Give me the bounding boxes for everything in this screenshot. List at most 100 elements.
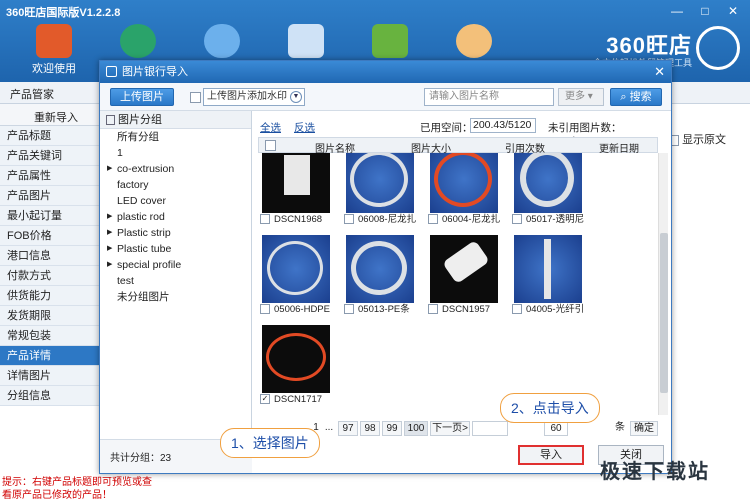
sidebar-item[interactable]: 港口信息	[0, 246, 100, 266]
sidebar-item-active[interactable]: 产品详情	[0, 346, 100, 366]
dialog-close-icon[interactable]: ✕	[654, 61, 665, 83]
sidebar-item[interactable]: 产品标题	[0, 126, 100, 146]
thumbnail-image[interactable]	[262, 235, 330, 303]
tree-item[interactable]: ▶ Plastic tube	[100, 241, 251, 257]
watermark-checkbox[interactable]	[190, 92, 201, 103]
image-thumb[interactable]: 06004-尼龙扎	[428, 153, 500, 227]
tree-item[interactable]: 未分组图片	[100, 289, 251, 305]
tree-item[interactable]: ▶ co-extrusion	[100, 161, 251, 177]
image-checkbox[interactable]	[344, 214, 354, 225]
page-link[interactable]: 97	[338, 421, 358, 436]
tree-item[interactable]: factory	[100, 177, 251, 193]
thumbnail-image[interactable]	[514, 153, 582, 213]
image-checkbox[interactable]	[260, 214, 270, 225]
product-shape	[520, 153, 574, 207]
image-thumb[interactable]: 05017-透明尼	[512, 153, 584, 227]
image-thumb[interactable]: 05006-HDPE	[260, 235, 332, 317]
sidebar-item[interactable]: 常规包装	[0, 326, 100, 346]
tree-item[interactable]: ▶ Plastic strip	[100, 225, 251, 241]
tree-item[interactable]: ▶ special profile	[100, 257, 251, 273]
thumbnail-image[interactable]	[346, 153, 414, 213]
thumbnail-image[interactable]	[430, 235, 498, 303]
next-page-button[interactable]: 下一页>	[430, 421, 470, 436]
expand-arrow-icon[interactable]: ▶	[107, 257, 112, 273]
sidebar-item[interactable]: 最小起订量	[0, 206, 100, 226]
show-original-option[interactable]: 显示原文	[668, 131, 726, 147]
image-checkbox[interactable]	[512, 214, 522, 225]
thumbnail-image[interactable]	[262, 325, 330, 393]
image-thumb[interactable]: 06008-尼龙扎	[344, 153, 416, 227]
tree-item-label: co-extrusion	[117, 163, 175, 175]
tab-product-manager[interactable]: 产品管家	[10, 86, 54, 102]
page-size-select[interactable]: 60	[544, 421, 568, 436]
sidebar-item[interactable]: 产品图片	[0, 186, 100, 206]
image-checkbox[interactable]	[428, 214, 438, 225]
image-thumb[interactable]: 05013-PE条	[344, 235, 416, 317]
product-shape	[284, 155, 310, 195]
tree-item[interactable]: ▶ plastic rod	[100, 209, 251, 225]
sidebar-item[interactable]: 产品关键词	[0, 146, 100, 166]
tree-item[interactable]: test	[100, 273, 251, 289]
image-thumb-selected[interactable]: ✓ DSCN1717	[260, 325, 332, 407]
search-button[interactable]: ⌕ 搜索	[610, 88, 662, 106]
image-name: 05013-PE条	[358, 304, 410, 315]
expand-arrow-icon[interactable]: ▶	[107, 241, 112, 257]
window-close-button[interactable]: ✕	[720, 2, 746, 20]
sidebar-item[interactable]: 付款方式	[0, 266, 100, 286]
invert-selection-link[interactable]: 反选	[294, 120, 315, 135]
tree-item[interactable]: 1	[100, 145, 251, 161]
page-link[interactable]: 99	[382, 421, 402, 436]
grid-scrollbar[interactable]	[658, 153, 668, 415]
sidebar-item[interactable]: 分组信息	[0, 386, 100, 406]
thumbnail-image[interactable]	[346, 235, 414, 303]
image-search-input[interactable]: 请输入图片名称	[424, 88, 554, 106]
sidebar-item[interactable]: 产品属性	[0, 166, 100, 186]
select-all-link[interactable]: 全选	[260, 120, 281, 135]
tree-item-label: Plastic strip	[117, 227, 171, 239]
tree-item-label: 1	[117, 147, 123, 159]
selection-bar: 全选 反选 已用空间： 200.43/5120 未引用图片数： 1055/198…	[258, 117, 668, 147]
expand-arrow-icon[interactable]: ▶	[107, 209, 112, 225]
image-checkbox[interactable]	[344, 304, 354, 315]
image-checkbox-checked[interactable]: ✓	[260, 394, 270, 405]
sidebar-item[interactable]: FOB价格	[0, 226, 100, 246]
search-button-label: 搜索	[629, 91, 652, 103]
image-thumb[interactable]: DSCN1968	[260, 153, 332, 227]
reimport-button[interactable]: 重新导入	[34, 109, 78, 125]
thumbnail-image[interactable]	[430, 153, 498, 213]
sidebar-item[interactable]: 发货期限	[0, 306, 100, 326]
sidebar-item[interactable]: 供货能力	[0, 286, 100, 306]
image-checkbox[interactable]	[428, 304, 438, 315]
thumbnail-image[interactable]	[262, 153, 330, 213]
chevron-down-icon: ▼	[290, 91, 302, 103]
more-options-button[interactable]: 更多 ▾	[558, 88, 604, 106]
tree-item[interactable]: LED cover	[100, 193, 251, 209]
maximize-button[interactable]: □	[692, 2, 718, 20]
sidebar-item[interactable]: 详情图片	[0, 366, 100, 386]
expand-arrow-icon[interactable]: ▶	[107, 161, 112, 177]
expand-arrow-icon[interactable]: ▶	[107, 225, 112, 241]
scrollbar-thumb[interactable]	[660, 233, 668, 393]
tree-item-label: test	[117, 275, 134, 287]
header-checkbox[interactable]	[265, 140, 276, 151]
reimport-row: 重新导入	[0, 104, 100, 126]
thumbnail-image[interactable]	[514, 235, 582, 303]
page-ellipsis: ...	[324, 422, 334, 433]
minimize-button[interactable]: —	[664, 2, 690, 20]
tree-item[interactable]: 所有分组	[100, 129, 251, 145]
home-icon	[36, 24, 72, 58]
import-button[interactable]: 导入	[518, 445, 584, 465]
image-checkbox[interactable]	[512, 304, 522, 315]
page-link[interactable]: 98	[360, 421, 380, 436]
tree-item-label: special profile	[117, 259, 182, 271]
upload-image-button[interactable]: 上传图片	[110, 88, 174, 106]
nav-home[interactable]: 欢迎使用	[22, 22, 86, 80]
image-checkbox[interactable]	[260, 304, 270, 315]
watermark-select[interactable]: 上传图片添加水印 ▼	[203, 88, 305, 106]
page-current[interactable]: 100	[404, 421, 428, 436]
page-input[interactable]	[472, 421, 508, 436]
image-thumb[interactable]: DSCN1957	[428, 235, 500, 317]
image-thumb[interactable]: 04005-光纤引	[512, 235, 584, 317]
step1-callout: 1、选择图片	[220, 428, 320, 458]
page-confirm-button[interactable]: 确定	[630, 421, 658, 436]
